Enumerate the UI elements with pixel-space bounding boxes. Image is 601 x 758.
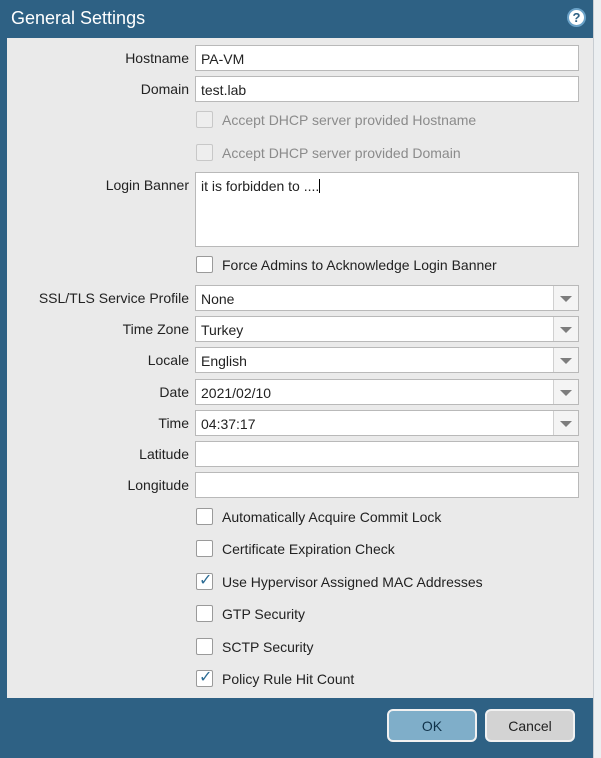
dhcp-hostname-label: Accept DHCP server provided Hostname (222, 112, 477, 128)
date-select[interactable]: 2021/02/10 (195, 379, 579, 405)
dhcp-domain-label: Accept DHCP server provided Domain (222, 145, 461, 161)
hit-count-label: Policy Rule Hit Count (222, 671, 355, 687)
locale-select[interactable]: English (195, 347, 579, 373)
hostname-input[interactable]: PA-VM (195, 45, 579, 71)
cert-exp-label: Certificate Expiration Check (222, 541, 395, 557)
chevron-down-icon[interactable] (553, 411, 578, 435)
cancel-button[interactable]: Cancel (485, 709, 575, 742)
chevron-down-icon[interactable] (553, 286, 578, 310)
hit-count-checkbox[interactable]: ✓ (196, 669, 213, 687)
force-ack-label: Force Admins to Acknowledge Login Banner (222, 257, 497, 273)
longitude-label: Longitude (127, 477, 189, 493)
locale-label: Locale (147, 352, 189, 368)
ssl-tls-label: SSL/TLS Service Profile (38, 290, 189, 306)
time-select[interactable]: 04:37:17 (195, 410, 579, 436)
question-circle-icon[interactable]: ? (567, 8, 586, 27)
commit-lock-checkbox[interactable] (196, 508, 213, 525)
time-zone-label: Time Zone (122, 321, 189, 337)
gtp-label: GTP Security (222, 606, 305, 622)
general-settings-dialog: General Settings ? Hostname PA-VM Domain… (0, 0, 593, 758)
dialog-title: General Settings (11, 8, 146, 28)
login-banner-textarea[interactable]: it is forbidden to .... (195, 172, 579, 247)
chevron-down-icon[interactable] (553, 380, 578, 404)
hostname-label: Hostname (125, 50, 189, 66)
time-zone-select[interactable]: Turkey (195, 316, 579, 342)
time-label: Time (158, 415, 189, 431)
checkmark-icon: ✓ (199, 669, 213, 686)
domain-input[interactable]: test.lab (195, 76, 579, 102)
force-ack-checkbox[interactable] (196, 256, 213, 273)
date-label: Date (159, 384, 189, 400)
background-window-edge (593, 0, 601, 758)
login-banner-label: Login Banner (105, 177, 189, 193)
gtp-checkbox[interactable] (196, 605, 213, 622)
latitude-label: Latitude (139, 446, 189, 462)
dhcp-hostname-checkbox (196, 111, 213, 128)
checkmark-icon: ✓ (199, 572, 213, 589)
cert-exp-checkbox[interactable] (196, 540, 213, 557)
dhcp-domain-checkbox (196, 144, 213, 161)
hypervisor-mac-checkbox[interactable]: ✓ (196, 572, 213, 590)
domain-label: Domain (140, 81, 189, 97)
latitude-input[interactable] (195, 441, 579, 467)
sctp-checkbox[interactable] (196, 638, 213, 655)
commit-lock-label: Automatically Acquire Commit Lock (222, 509, 442, 525)
chevron-down-icon[interactable] (553, 317, 578, 341)
ssl-tls-select[interactable]: None (195, 285, 579, 311)
dialog-body: Hostname PA-VM Domain test.lab Accept DH… (7, 38, 593, 698)
chevron-down-icon[interactable] (553, 348, 578, 372)
sctp-label: SCTP Security (222, 639, 314, 655)
text-cursor (319, 179, 321, 193)
hypervisor-mac-label: Use Hypervisor Assigned MAC Addresses (222, 574, 483, 590)
longitude-input[interactable] (195, 472, 579, 498)
ok-button[interactable]: OK (387, 709, 477, 742)
